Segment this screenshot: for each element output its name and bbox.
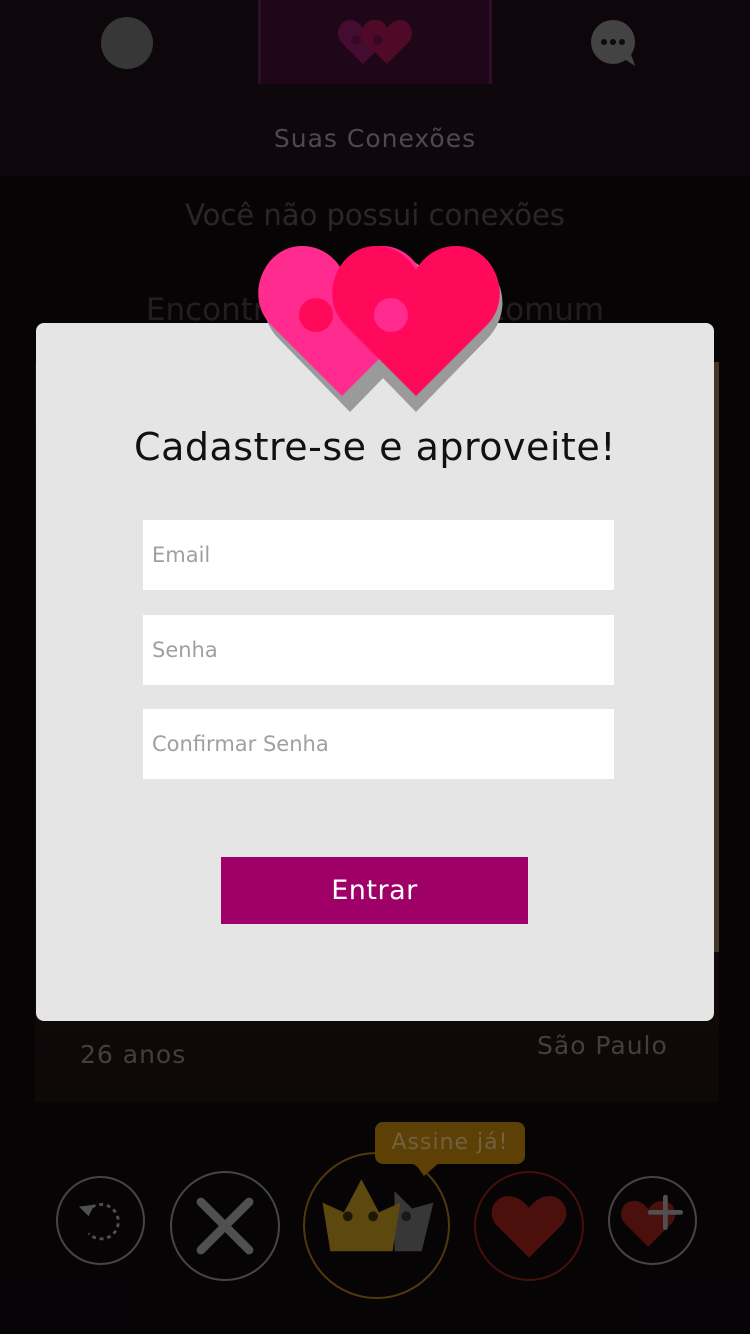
email-field[interactable] [143, 520, 614, 590]
double-heart-logo-icon [258, 246, 503, 412]
password-field[interactable] [143, 615, 614, 685]
submit-button[interactable]: Entrar [221, 857, 528, 924]
modal-title: Cadastre-se e aproveite! [134, 425, 616, 469]
confirm-password-field[interactable] [143, 709, 614, 779]
